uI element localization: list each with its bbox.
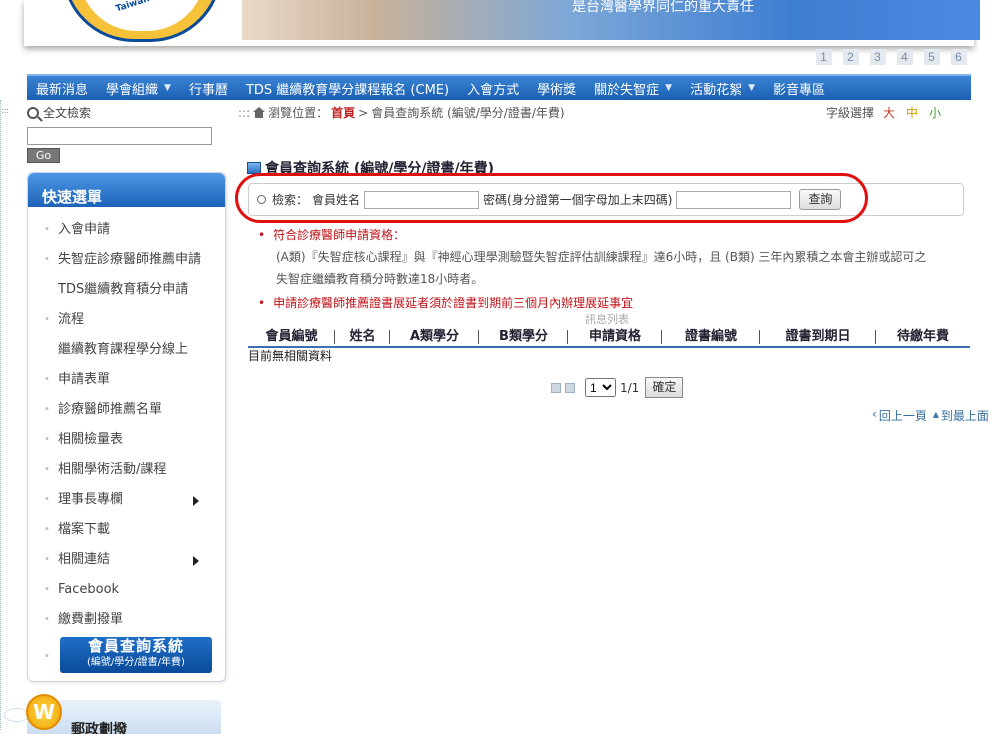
nav-item-1[interactable]: 學會組織 ▼ (97, 79, 180, 98)
font-size-large[interactable]: 大 (881, 104, 897, 121)
left-divider (0, 100, 4, 730)
chevron-right-icon (193, 556, 199, 566)
search-icon (257, 195, 266, 204)
quick-menu: 快速選單 入會申請失智症診療醫師推薦申請TDS繼續教育積分申請流程繼續教育課程學… (27, 172, 226, 682)
main-nav: 最新消息 學會組織 ▼ 行事曆 TDS 繼續教育學分課程報名 (CME) 入會方式 學術獎關… (27, 74, 971, 100)
search-label: 檢索： (272, 193, 309, 207)
quick-menu-item[interactable]: 相關學術活動/課程 (28, 455, 225, 485)
password-input[interactable] (676, 190, 792, 209)
breadcrumb-current: 會員查詢系統 (編號/學分/證書/年費) (371, 106, 565, 120)
page-number-5[interactable]: 5 (918, 49, 945, 65)
fulltext-input[interactable] (27, 127, 212, 145)
password-label: 密碼(身分證第一個字母加上末四碼) (483, 193, 673, 207)
column-header: 姓名 (335, 326, 390, 346)
nav-item-4[interactable]: 入會方式 (458, 79, 528, 98)
search-icon (27, 106, 39, 119)
column-header: 待繳年費 (896, 329, 949, 344)
nav-item-5[interactable]: 學術獎 (528, 79, 585, 98)
postal-label: 郵政劃撥 (71, 722, 127, 734)
page-nav-links: ‹ 回上一頁 ▴ 到最上面 (872, 407, 989, 424)
quick-menu-item[interactable]: Facebook (28, 575, 225, 605)
left-marker: ::: (1, 106, 10, 115)
results-table-header: 會員編號 姓名 A類學分 B類學分 申請資格 證書編號 證書到期日 待繳年費 (248, 326, 970, 348)
nav-item-7[interactable]: 活動花絮 ▼ (681, 79, 764, 98)
member-name-label: 會員姓名 (312, 193, 361, 207)
quick-menu-item[interactable]: TDS繼續教育積分申請流程 (28, 275, 225, 335)
font-size-selector: 字級選擇 大 中 小 (826, 104, 943, 121)
quick-menu-item[interactable]: 理事長專欄 (28, 485, 225, 515)
quick-menu-item[interactable]: 檔案下載 (28, 515, 225, 545)
top-banner: Taiwan Dementia Society 是台灣醫學界同仁的重大責任 (24, 0, 980, 46)
back-link[interactable]: 回上一頁 (879, 407, 927, 424)
page-number-2[interactable]: 2 (837, 49, 864, 65)
breadcrumb-home-link[interactable]: 首頁 (331, 104, 355, 121)
fulltext-label: 全文檢索 (43, 106, 92, 120)
column-header: A類學分 (390, 326, 479, 346)
quick-menu-list: 入會申請失智症診療醫師推薦申請TDS繼續教育積分申請流程繼續教育課程學分線上申請… (28, 207, 225, 635)
query-button[interactable]: 查詢 (799, 189, 842, 210)
page-number-4[interactable]: 4 (891, 49, 918, 65)
column-header: 證書編號 (662, 326, 760, 346)
quick-menu-title: 快速選單 (28, 173, 225, 207)
quick-menu-item[interactable]: 相關檢量表 (28, 425, 225, 455)
eligibility-line-2: 失智症繼續教育積分時數達18小時者。 (276, 272, 484, 286)
nav-item-2[interactable]: 行事曆 (180, 79, 237, 98)
font-size-label: 字級選擇 (826, 106, 875, 120)
eligibility-notes: 符合診療醫師申請資格： (A類)『失智症核心課程』與『神經心理學測驗暨失智症評估… (258, 224, 974, 314)
quick-menu-item[interactable]: 診療醫師推薦名單 (28, 395, 225, 425)
chevron-down-icon: ▼ (164, 83, 171, 93)
window-icon (247, 162, 261, 174)
society-logo[interactable]: Taiwan Dementia Society (62, 0, 222, 42)
page-number-3[interactable]: 3 (864, 49, 891, 65)
coin-icon: W (0, 690, 64, 734)
font-size-medium[interactable]: 中 (904, 104, 920, 121)
member-query-banner[interactable]: 會員查詢系統 (編號/學分/證書/年費) (60, 637, 212, 673)
go-button[interactable]: Go (27, 148, 60, 163)
nav-item-6[interactable]: 關於失智症 ▼ (585, 79, 681, 98)
chevron-down-icon: ▼ (665, 83, 673, 93)
section-title-text: 會員查詢系統 (編號/學分/證書/年費) (265, 161, 495, 177)
font-size-small[interactable]: 小 (927, 104, 943, 121)
message-list-caption: 訊息列表 (585, 313, 629, 326)
column-header: 會員編號 (248, 326, 335, 346)
next-page-icon[interactable] (565, 382, 575, 393)
confirm-page-button[interactable]: 確定 (645, 377, 684, 398)
fulltext-search: 全文檢索 Go (27, 104, 217, 163)
banner-slogan: 是台灣醫學界同仁的重大責任 (572, 0, 754, 15)
member-banner-title: 會員查詢系統 (87, 637, 184, 655)
no-records-text: 目前無相關資料 (248, 349, 333, 363)
eligibility-heading: 符合診療醫師申請資格： (258, 224, 974, 246)
prev-page-icon[interactable] (551, 382, 561, 393)
page-select[interactable]: 1 (585, 378, 616, 397)
quick-menu-item[interactable]: 入會申請 (28, 215, 225, 245)
nav-item-0[interactable]: 最新消息 (27, 79, 97, 98)
column-header: B類學分 (479, 326, 568, 346)
top-link[interactable]: 到最上面 (941, 407, 989, 424)
chevron-down-icon: ▼ (748, 83, 755, 93)
member-banner-subtitle: (編號/學分/證書/年費) (87, 657, 185, 668)
member-query-form: 檢索： 會員姓名 密碼(身分證第一個字母加上末四碼) 查詢 (248, 183, 964, 216)
quick-menu-item[interactable]: 相關連結 (28, 545, 225, 575)
column-header: 證書到期日 (760, 326, 876, 346)
breadcrumb-separator: > (358, 105, 369, 120)
banner-page-selector: 123456 (810, 49, 972, 65)
eligibility-line-1: (A類)『失智症核心課程』與『神經心理學測驗暨失智症評估訓練課程』達6小時，且 … (276, 250, 927, 264)
page-number-1[interactable]: 1 (810, 49, 837, 65)
page-count: 1/1 (620, 380, 640, 395)
home-icon (253, 107, 266, 118)
breadcrumb-prefix: 瀏覽位置： (268, 106, 329, 120)
quick-menu-item[interactable]: 失智症診療醫師推薦申請 (28, 245, 225, 275)
page-number-6[interactable]: 6 (945, 49, 972, 65)
nav-item-3[interactable]: TDS 繼續教育學分課程報名 (CME) (237, 79, 458, 98)
quick-menu-item[interactable]: 繼續教育課程學分線上申請表單 (28, 335, 225, 395)
column-header: 申請資格 (568, 326, 662, 346)
breadcrumb: ::: 瀏覽位置： 首頁 > 會員查詢系統 (編號/學分/證書/年費) (238, 104, 565, 121)
quick-menu-item[interactable]: 繳費劃撥單 (28, 605, 225, 635)
pager: 1 1/1 確定 (551, 377, 684, 398)
chevron-right-icon (193, 496, 199, 506)
nav-item-8[interactable]: 影音專區 (764, 79, 834, 98)
section-title: 會員查詢系統 (編號/學分/證書/年費) (247, 158, 494, 178)
member-name-input[interactable] (364, 190, 480, 209)
